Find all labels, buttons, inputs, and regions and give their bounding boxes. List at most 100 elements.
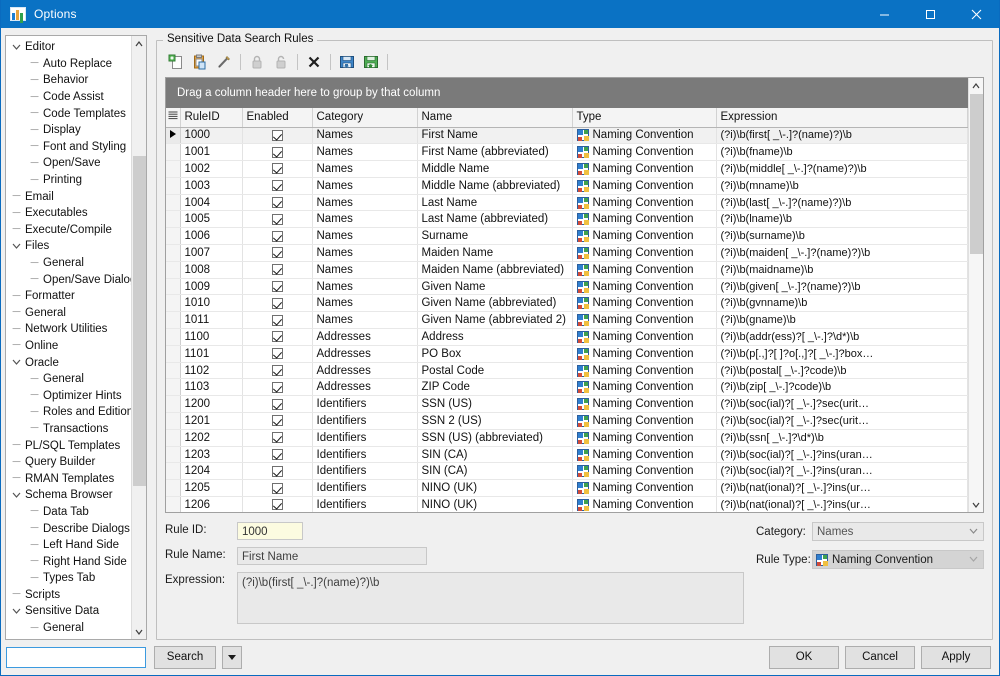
sidebar-item-schema-browser[interactable]: Schema Browser: [6, 487, 131, 504]
cell-enabled-checkbox[interactable]: [242, 244, 313, 262]
cell-enabled-checkbox[interactable]: [242, 127, 313, 145]
cell-enabled-checkbox[interactable]: [242, 194, 313, 212]
cell-enabled-checkbox[interactable]: [242, 278, 313, 296]
table-row[interactable]: 1002 Names Middle Name Naming Convention (?i…: [166, 160, 968, 178]
table-row[interactable]: 1005 Names Last Name (abbreviated) Naming C…: [166, 210, 968, 229]
cell-enabled-checkbox[interactable]: [242, 227, 313, 246]
maximize-icon[interactable]: [907, 0, 953, 28]
sidebar-item-network-utilities[interactable]: ─ Network Utilities: [6, 321, 131, 338]
sidebar-scroll-thumb[interactable]: [133, 156, 146, 486]
category-select[interactable]: Names: [812, 522, 984, 541]
rule-id-field[interactable]: 1000: [237, 522, 303, 540]
sidebar-item-rman-templates[interactable]: ─ RMAN Templates: [6, 470, 131, 487]
sidebar-item-open-save[interactable]: ─ Open/Save: [6, 155, 131, 172]
column-header-expression[interactable]: Expression: [716, 108, 968, 128]
cell-enabled-checkbox[interactable]: [242, 345, 313, 363]
sidebar-item-oracle[interactable]: Oracle: [6, 354, 131, 371]
import-rules-icon[interactable]: [336, 52, 358, 72]
cell-enabled-checkbox[interactable]: [242, 378, 313, 397]
grid-scroll-down-icon[interactable]: [969, 497, 983, 512]
cancel-button[interactable]: Cancel: [845, 645, 915, 669]
column-header-type[interactable]: Type: [572, 108, 717, 128]
grid-scroll-up-icon[interactable]: [969, 78, 983, 93]
table-row[interactable]: 1100 Addresses Address Naming Convention (?i…: [166, 328, 968, 346]
column-header-ruleid[interactable]: RuleID: [180, 108, 243, 128]
cell-enabled-checkbox[interactable]: [242, 160, 313, 178]
sidebar-item-open-save-dialogs[interactable]: ─ Open/Save Dialogs: [6, 271, 131, 288]
table-row[interactable]: 1200 Identifiers SSN (US) Naming Convention…: [166, 395, 968, 414]
cell-enabled-checkbox[interactable]: [242, 479, 313, 498]
sidebar-item-code-templates[interactable]: ─ Code Templates: [6, 105, 131, 122]
cell-enabled-checkbox[interactable]: [242, 446, 313, 464]
sidebar-item-files[interactable]: Files: [6, 238, 131, 255]
sidebar-item-formatter[interactable]: ─ Formatter: [6, 288, 131, 305]
options-tree[interactable]: Editor ─ Auto Replace ─ Behavior ─ Code Assist…: [6, 36, 131, 639]
edit-rule-icon[interactable]: [213, 52, 235, 72]
table-row[interactable]: 1008 Names Maiden Name (abbreviated) Naming…: [166, 261, 968, 279]
table-row[interactable]: 1206 Identifiers NINO (UK) Naming Conventio…: [166, 496, 968, 512]
table-row[interactable]: 1009 Names Given Name Naming Convention (?i)…: [166, 278, 968, 296]
sidebar-item-display[interactable]: ─ Display: [6, 122, 131, 139]
table-row[interactable]: 1203 Identifiers SIN (CA) Naming Convention…: [166, 446, 968, 464]
group-by-band[interactable]: Drag a column header here to group by th…: [166, 78, 968, 108]
sidebar-item-font-and-styling[interactable]: ─ Font and Styling: [6, 139, 131, 156]
grid-scroll-thumb[interactable]: [969, 94, 983, 254]
rule-name-field[interactable]: First Name: [237, 547, 427, 565]
sidebar-item-search-rules[interactable]: ─Search Rules: [6, 636, 131, 639]
cell-enabled-checkbox[interactable]: [242, 362, 313, 380]
sidebar-item-online[interactable]: ─ Online: [6, 338, 131, 355]
cell-enabled-checkbox[interactable]: [242, 395, 313, 414]
search-input[interactable]: [6, 646, 146, 668]
table-row[interactable]: 1004 Names Last Name Naming Convention (?i)\…: [166, 194, 968, 212]
search-options-dropdown[interactable]: [222, 645, 242, 669]
sidebar-item-executables[interactable]: ─ Executables: [6, 205, 131, 222]
expression-field[interactable]: (?i)\b(first[ _\-.]?(name)?)\b: [237, 572, 744, 624]
sidebar-item-describe-dialogs[interactable]: ─ Describe Dialogs: [6, 520, 131, 537]
sidebar-item-printing[interactable]: ─ Printing: [6, 172, 131, 189]
sidebar-item-general[interactable]: ─ General: [6, 371, 131, 388]
sidebar-item-pl-sql-templates[interactable]: ─ PL/SQL Templates: [6, 437, 131, 454]
table-row[interactable]: 1103 Addresses ZIP Code Naming Convention (?…: [166, 378, 968, 397]
sidebar-item-transactions[interactable]: ─ Transactions: [6, 421, 131, 438]
cell-enabled-checkbox[interactable]: [242, 328, 313, 346]
cell-enabled-checkbox[interactable]: [242, 311, 313, 330]
table-row[interactable]: 1001 Names First Name (abbreviated) Naming …: [166, 143, 968, 162]
sidebar-item-sensitive-data[interactable]: Sensitive Data: [6, 603, 131, 620]
rule-type-select[interactable]: Naming Convention: [812, 550, 984, 569]
sidebar-item-email[interactable]: ─ Email: [6, 188, 131, 205]
delete-rule-icon[interactable]: [303, 52, 325, 72]
table-row[interactable]: 1007 Names Maiden Name Naming Convention (?i…: [166, 244, 968, 262]
cell-enabled-checkbox[interactable]: [242, 261, 313, 279]
new-rule-icon[interactable]: [165, 52, 187, 72]
table-row[interactable]: 1010 Names Given Name (abbreviated) Naming …: [166, 294, 968, 313]
cell-enabled-checkbox[interactable]: [242, 143, 313, 162]
sidebar-item-right-hand-side[interactable]: ─ Right Hand Side: [6, 553, 131, 570]
grid-menu-icon[interactable]: [166, 108, 181, 128]
column-header-enabled[interactable]: Enabled: [242, 108, 313, 128]
column-header-name[interactable]: Name: [417, 108, 573, 128]
cell-enabled-checkbox[interactable]: [242, 210, 313, 229]
sidebar-item-general[interactable]: ─ General: [6, 620, 131, 637]
table-row[interactable]: 1011 Names Given Name (abbreviated 2) Namin…: [166, 311, 968, 330]
table-row[interactable]: 1205 Identifiers NINO (UK) Naming Conventio…: [166, 479, 968, 498]
sidebar-scrollbar[interactable]: [131, 36, 146, 639]
cell-enabled-checkbox[interactable]: [242, 412, 313, 430]
table-row[interactable]: 1202 Identifiers SSN (US) (abbreviated) Nam…: [166, 429, 968, 447]
sidebar-item-editor[interactable]: Editor: [6, 39, 131, 56]
cell-enabled-checkbox[interactable]: [242, 294, 313, 313]
minimize-icon[interactable]: [861, 0, 907, 28]
column-header-category[interactable]: Category: [312, 108, 418, 128]
sidebar-item-auto-replace[interactable]: ─ Auto Replace: [6, 56, 131, 73]
cell-enabled-checkbox[interactable]: [242, 496, 313, 512]
sidebar-item-types-tab[interactable]: ─ Types Tab: [6, 570, 131, 587]
sidebar-item-optimizer-hints[interactable]: ─ Optimizer Hints: [6, 387, 131, 404]
cell-enabled-checkbox[interactable]: [242, 462, 313, 481]
close-icon[interactable]: [953, 0, 999, 28]
sidebar-item-query-builder[interactable]: ─ Query Builder: [6, 454, 131, 471]
cell-enabled-checkbox[interactable]: [242, 177, 313, 195]
ok-button[interactable]: OK: [769, 645, 839, 669]
search-input-field[interactable]: [7, 647, 145, 667]
table-row[interactable]: 1201 Identifiers SSN 2 (US) Naming Conventi…: [166, 412, 968, 430]
lock-rule-icon[interactable]: [246, 52, 268, 72]
sidebar-item-execute-compile[interactable]: ─ Execute/Compile: [6, 222, 131, 239]
